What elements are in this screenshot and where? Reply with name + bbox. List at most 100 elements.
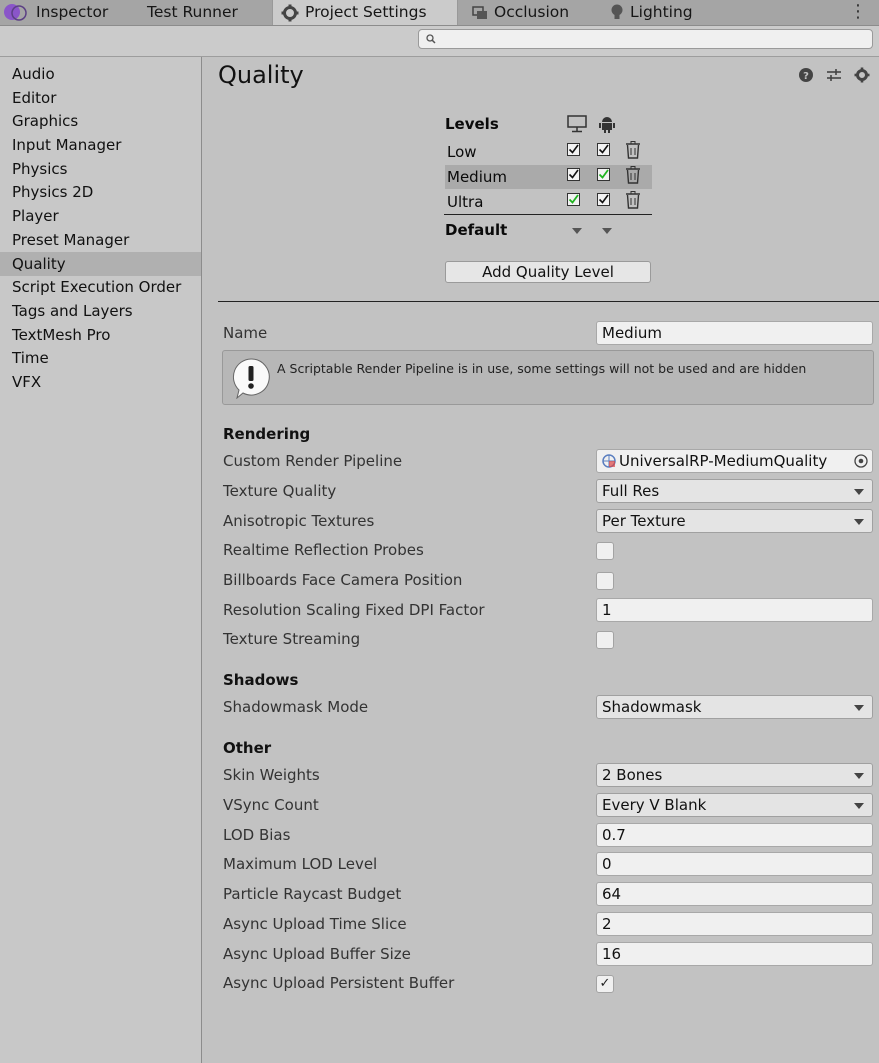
tab-lighting[interactable]: Lighting (610, 0, 693, 25)
settings-sidebar: Audio Editor Graphics Input Manager Phys… (0, 57, 202, 1063)
dropdown-arrow-icon (854, 489, 864, 495)
occlusion-icon (472, 5, 487, 19)
realtime-reflection-probes-label: Realtime Reflection Probes (223, 541, 424, 559)
editor-tab-bar: Inspector Test Runner Project Settings O… (0, 0, 879, 26)
sidebar-item-tags-and-layers[interactable]: Tags and Layers (0, 299, 201, 323)
sidebar-item-audio[interactable]: Audio (0, 62, 201, 86)
sidebar-item-input-manager[interactable]: Input Manager (0, 133, 201, 157)
custom-render-pipeline-label: Custom Render Pipeline (223, 452, 403, 470)
sidebar-item-graphics[interactable]: Graphics (0, 109, 201, 133)
standalone-default-dropdown-icon[interactable] (572, 228, 582, 234)
billboards-face-camera-checkbox[interactable] (596, 572, 614, 590)
custom-render-pipeline-field[interactable]: UniversalRP-MediumQuality (596, 449, 873, 473)
skin-weights-dropdown[interactable]: 2 Bones (596, 763, 873, 787)
android-icon (599, 117, 615, 133)
vsync-count-dropdown[interactable]: Every V Blank (596, 793, 873, 817)
settings-gear-icon[interactable] (854, 67, 870, 83)
maximum-lod-level-label: Maximum LOD Level (223, 855, 378, 873)
level-ultra-android-checkbox[interactable] (597, 193, 610, 206)
inspector-icon (4, 3, 27, 21)
android-default-dropdown-icon[interactable] (602, 228, 612, 234)
shadowmask-mode-label: Shadowmask Mode (223, 698, 369, 716)
anisotropic-textures-value: Per Texture (602, 512, 686, 530)
anisotropic-textures-dropdown[interactable]: Per Texture (596, 509, 873, 533)
add-quality-level-button[interactable]: Add Quality Level (445, 261, 651, 283)
delete-level-ultra-trash-icon[interactable] (625, 191, 641, 209)
presets-icon[interactable] (826, 67, 842, 83)
info-exclamation-icon (232, 358, 270, 399)
resolution-dpi-factor-label: Resolution Scaling Fixed DPI Factor (223, 601, 485, 619)
async-upload-buffer-size-label: Async Upload Buffer Size (223, 945, 411, 963)
async-upload-buffer-size-field[interactable]: 16 (596, 942, 873, 966)
dropdown-arrow-icon (854, 519, 864, 525)
sidebar-item-quality[interactable]: Quality (0, 252, 201, 276)
shadows-section-header: Shadows (223, 671, 299, 689)
tab-menu-kebab-icon[interactable]: ⋮ (849, 0, 867, 25)
vsync-count-value: Every V Blank (602, 796, 707, 814)
svg-text:?: ? (803, 71, 809, 82)
search-input[interactable] (418, 29, 873, 49)
texture-streaming-checkbox[interactable] (596, 631, 614, 649)
texture-quality-dropdown[interactable]: Full Res (596, 479, 873, 503)
async-upload-persistent-buffer-checkbox[interactable]: ✓ (596, 975, 614, 993)
level-low-standalone-checkbox[interactable] (567, 143, 580, 156)
delete-level-low-trash-icon[interactable] (625, 141, 641, 159)
texture-streaming-label: Texture Streaming (223, 630, 361, 648)
skin-weights-label: Skin Weights (223, 766, 320, 784)
sidebar-item-player[interactable]: Player (0, 204, 201, 228)
standalone-monitor-icon (567, 115, 587, 133)
srp-info-text: A Scriptable Render Pipeline is in use, … (277, 361, 807, 376)
tab-project-settings[interactable]: Project Settings (272, 0, 458, 25)
custom-render-pipeline-value: UniversalRP-MediumQuality (619, 452, 828, 470)
shadowmask-mode-dropdown[interactable]: Shadowmask (596, 695, 873, 719)
level-medium-android-default-checkbox[interactable] (597, 168, 610, 181)
tab-label: Test Runner (147, 3, 238, 21)
tab-label: Inspector (36, 3, 109, 21)
page-title: Quality (218, 61, 304, 89)
tab-test-runner[interactable]: Test Runner (147, 0, 238, 25)
srp-info-helpbox: A Scriptable Render Pipeline is in use, … (222, 350, 874, 405)
level-medium-standalone-checkbox[interactable] (567, 168, 580, 181)
skin-weights-value: 2 Bones (602, 766, 663, 784)
texture-quality-label: Texture Quality (223, 482, 337, 500)
maximum-lod-level-field[interactable]: 0 (596, 852, 873, 876)
levels-header: Levels (445, 115, 499, 133)
section-divider (218, 301, 879, 302)
resolution-dpi-factor-field[interactable]: 1 (596, 598, 873, 622)
sidebar-item-preset-manager[interactable]: Preset Manager (0, 228, 201, 252)
async-upload-time-slice-field[interactable]: 2 (596, 912, 873, 936)
sidebar-item-time[interactable]: Time (0, 346, 201, 370)
level-name-low[interactable]: Low (447, 143, 477, 161)
sidebar-item-physics[interactable]: Physics (0, 157, 201, 181)
other-section-header: Other (223, 739, 272, 757)
render-pipeline-asset-icon (602, 454, 616, 468)
level-name-ultra[interactable]: Ultra (447, 193, 483, 211)
sidebar-item-textmesh-pro[interactable]: TextMesh Pro (0, 323, 201, 347)
tab-label: Project Settings (305, 3, 427, 21)
delete-level-medium-trash-icon[interactable] (625, 166, 641, 184)
level-name-medium[interactable]: Medium (447, 168, 507, 186)
sidebar-item-script-execution-order[interactable]: Script Execution Order (0, 275, 201, 299)
texture-quality-value: Full Res (602, 482, 660, 500)
object-picker-icon[interactable] (853, 453, 869, 469)
lod-bias-label: LOD Bias (223, 826, 291, 844)
help-icon[interactable]: ? (798, 67, 814, 83)
level-ultra-standalone-default-checkbox[interactable] (567, 193, 580, 206)
particle-raycast-budget-label: Particle Raycast Budget (223, 885, 402, 903)
billboards-face-camera-label: Billboards Face Camera Position (223, 571, 463, 589)
quality-name-field[interactable]: Medium (596, 321, 873, 345)
name-label: Name (223, 324, 268, 342)
level-low-android-checkbox[interactable] (597, 143, 610, 156)
particle-raycast-budget-field[interactable]: 64 (596, 882, 873, 906)
realtime-reflection-probes-checkbox[interactable] (596, 542, 614, 560)
sidebar-item-physics-2d[interactable]: Physics 2D (0, 180, 201, 204)
tab-inspector[interactable]: Inspector (2, 0, 108, 25)
lod-bias-field[interactable]: 0.7 (596, 823, 873, 847)
tab-occlusion[interactable]: Occlusion (472, 0, 569, 25)
sidebar-item-editor[interactable]: Editor (0, 86, 201, 110)
async-upload-persistent-buffer-label: Async Upload Persistent Buffer (223, 974, 455, 992)
settings-search-bar (0, 26, 879, 57)
tab-label: Occlusion (494, 3, 570, 21)
sidebar-item-vfx[interactable]: VFX (0, 370, 201, 394)
shadowmask-mode-value: Shadowmask (602, 698, 702, 716)
